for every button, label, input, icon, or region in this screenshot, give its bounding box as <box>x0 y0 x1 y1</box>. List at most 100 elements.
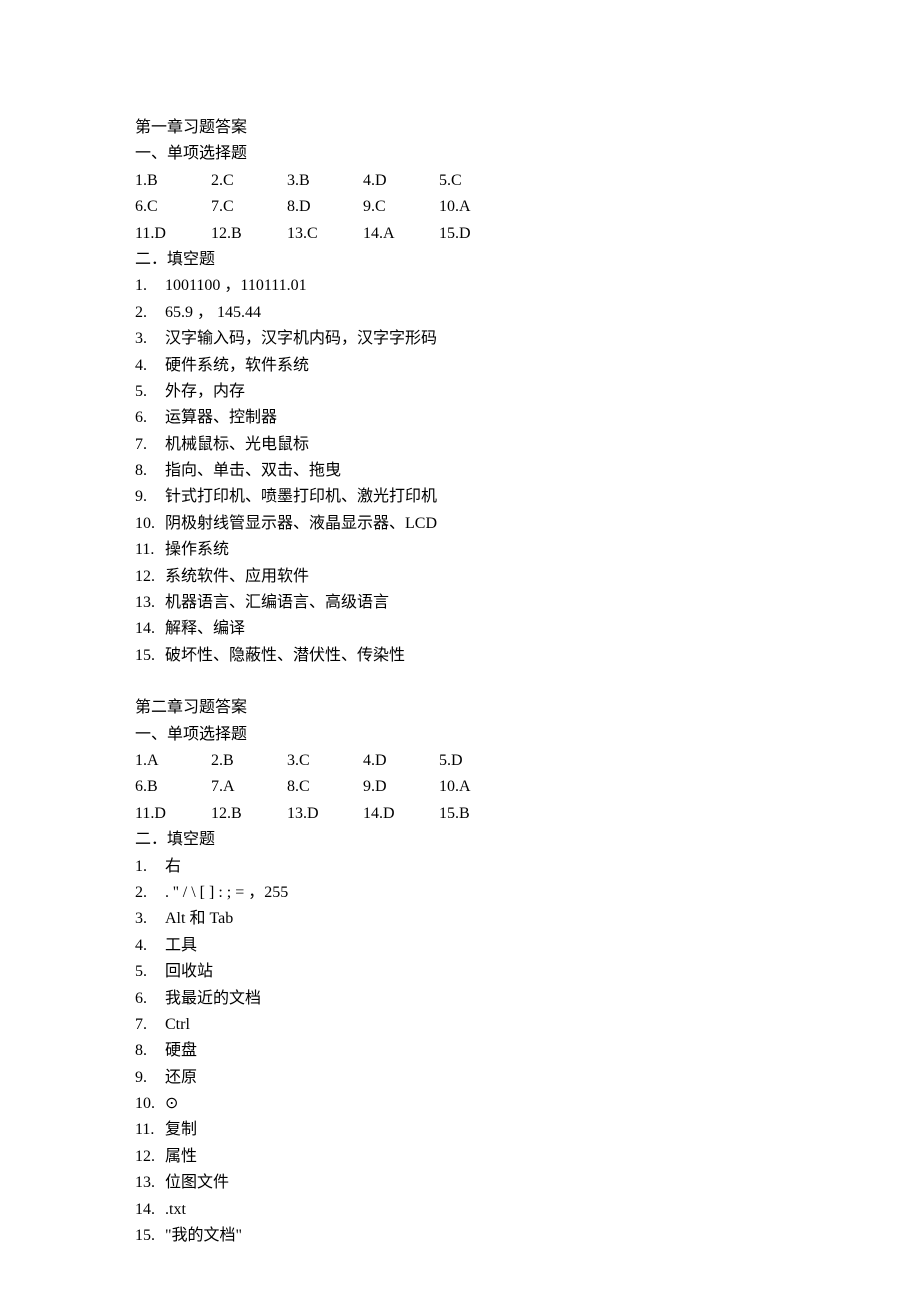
mc-answer: 15.B <box>439 801 470 827</box>
mc-answer: 6.B <box>135 774 211 800</box>
fill-text: 机械鼠标、光电鼠标 <box>165 432 790 458</box>
fill-num: 14. <box>135 1197 165 1223</box>
fill-text: 右 <box>165 854 790 880</box>
chapter1-fill-heading: 二．填空题 <box>135 247 790 273</box>
fill-num: 6. <box>135 405 165 431</box>
mc-answer: 5.D <box>439 748 463 774</box>
fill-item: 12.系统软件、应用软件 <box>135 564 790 590</box>
chapter1-mc-row: 1.B 2.C 3.B 4.D 5.C <box>135 168 790 194</box>
fill-text: 外存，内存 <box>165 379 790 405</box>
fill-num: 2. <box>135 300 165 326</box>
fill-item: 7.Ctrl <box>135 1012 790 1038</box>
mc-answer: 9.D <box>363 774 439 800</box>
fill-text: 还原 <box>165 1065 790 1091</box>
fill-item: 3.汉字输入码，汉字机内码，汉字字形码 <box>135 326 790 352</box>
fill-text: 硬件系统，软件系统 <box>165 353 790 379</box>
fill-num: 15. <box>135 1223 165 1249</box>
mc-answer: 8.C <box>287 774 363 800</box>
fill-text: ⊙ <box>165 1091 790 1117</box>
fill-text: 系统软件、应用软件 <box>165 564 790 590</box>
fill-num: 5. <box>135 959 165 985</box>
fill-text: 破坏性、隐蔽性、潜伏性、传染性 <box>165 643 790 669</box>
fill-num: 9. <box>135 484 165 510</box>
fill-item: 13.机器语言、汇编语言、高级语言 <box>135 590 790 616</box>
mc-answer: 3.B <box>287 168 363 194</box>
fill-item: 2.. '' / \ [ ] : ; = ，255 <box>135 880 790 906</box>
fill-item: 14..txt <box>135 1197 790 1223</box>
fill-item: 6.运算器、控制器 <box>135 405 790 431</box>
chapter2-title: 第二章习题答案 <box>135 695 790 721</box>
fill-item: 7.机械鼠标、光电鼠标 <box>135 432 790 458</box>
fill-num: 10. <box>135 511 165 537</box>
mc-answer: 5.C <box>439 168 462 194</box>
fill-num: 10. <box>135 1091 165 1117</box>
fill-num: 5. <box>135 379 165 405</box>
fill-text: 阴极射线管显示器、液晶显示器、LCD <box>165 511 790 537</box>
fill-num: 15. <box>135 643 165 669</box>
mc-answer: 4.D <box>363 168 439 194</box>
mc-answer: 15.D <box>439 221 471 247</box>
fill-item: 1.右 <box>135 854 790 880</box>
mc-answer: 1.A <box>135 748 211 774</box>
fill-text: 运算器、控制器 <box>165 405 790 431</box>
fill-text: . '' / \ [ ] : ; = ，255 <box>165 880 790 906</box>
fill-item: 11.操作系统 <box>135 537 790 563</box>
mc-answer: 11.D <box>135 221 211 247</box>
fill-item: 8.指向、单击、双击、拖曳 <box>135 458 790 484</box>
fill-text: Ctrl <box>165 1012 790 1038</box>
mc-answer: 13.D <box>287 801 363 827</box>
fill-text: 我最近的文档 <box>165 986 790 1012</box>
fill-item: 9.还原 <box>135 1065 790 1091</box>
chapter1-mc-row: 6.C 7.C 8.D 9.C 10.A <box>135 194 790 220</box>
fill-num: 3. <box>135 906 165 932</box>
chapter2-mc-row: 11.D 12.B 13.D 14.D 15.B <box>135 801 790 827</box>
fill-num: 1. <box>135 273 165 299</box>
fill-text: 复制 <box>165 1117 790 1143</box>
fill-text: Alt 和 Tab <box>165 906 790 932</box>
fill-item: 15.破坏性、隐蔽性、潜伏性、传染性 <box>135 643 790 669</box>
fill-num: 14. <box>135 616 165 642</box>
fill-item: 4.硬件系统，软件系统 <box>135 353 790 379</box>
fill-num: 8. <box>135 1038 165 1064</box>
fill-text: 回收站 <box>165 959 790 985</box>
fill-item: 9.针式打印机、喷墨打印机、激光打印机 <box>135 484 790 510</box>
fill-text: 1001100 ，110111.01 <box>165 273 790 299</box>
fill-num: 9. <box>135 1065 165 1091</box>
chapter2-mc-row: 1.A 2.B 3.C 4.D 5.D <box>135 748 790 774</box>
fill-text: 属性 <box>165 1144 790 1170</box>
fill-text: 操作系统 <box>165 537 790 563</box>
mc-answer: 14.A <box>363 221 439 247</box>
fill-num: 1. <box>135 854 165 880</box>
chapter2-fill-heading: 二．填空题 <box>135 827 790 853</box>
mc-answer: 10.A <box>439 194 471 220</box>
fill-item: 8.硬盘 <box>135 1038 790 1064</box>
section-gap <box>135 669 790 695</box>
fill-num: 6. <box>135 986 165 1012</box>
fill-num: 2. <box>135 880 165 906</box>
fill-item: 11.复制 <box>135 1117 790 1143</box>
mc-answer: 7.A <box>211 774 287 800</box>
fill-num: 13. <box>135 590 165 616</box>
mc-answer: 8.D <box>287 194 363 220</box>
fill-item: 6.我最近的文档 <box>135 986 790 1012</box>
fill-text: 硬盘 <box>165 1038 790 1064</box>
chapter1-mc-heading: 一、单项选择题 <box>135 141 790 167</box>
chapter1-mc-row: 11.D 12.B 13.C 14.A 15.D <box>135 221 790 247</box>
mc-answer: 10.A <box>439 774 471 800</box>
fill-item: 4.工具 <box>135 933 790 959</box>
fill-item: 2.65.9 ， 145.44 <box>135 300 790 326</box>
fill-item: 15."我的文档" <box>135 1223 790 1249</box>
fill-text: 位图文件 <box>165 1170 790 1196</box>
fill-item: 5.外存，内存 <box>135 379 790 405</box>
chapter2-mc-heading: 一、单项选择题 <box>135 722 790 748</box>
fill-num: 3. <box>135 326 165 352</box>
chapter2-mc-row: 6.B 7.A 8.C 9.D 10.A <box>135 774 790 800</box>
fill-item: 13.位图文件 <box>135 1170 790 1196</box>
fill-item: 14.解释、编译 <box>135 616 790 642</box>
fill-num: 4. <box>135 353 165 379</box>
fill-item: 10.⊙ <box>135 1091 790 1117</box>
fill-text: 65.9 ， 145.44 <box>165 300 790 326</box>
fill-num: 4. <box>135 933 165 959</box>
fill-item: 10.阴极射线管显示器、液晶显示器、LCD <box>135 511 790 537</box>
mc-answer: 7.C <box>211 194 287 220</box>
